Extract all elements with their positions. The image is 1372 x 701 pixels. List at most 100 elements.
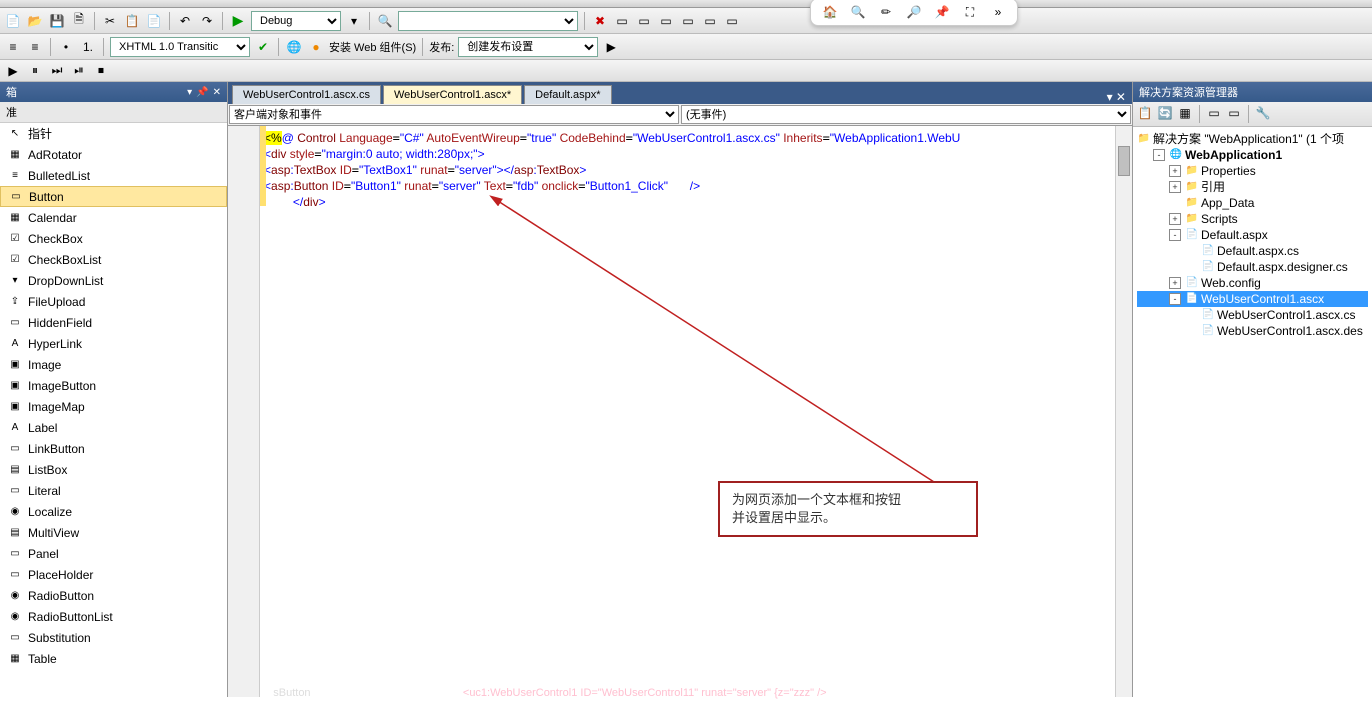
properties-node[interactable]: +📁Properties [1137,163,1368,179]
fb-zoom-icon[interactable]: 🔎 [903,1,925,23]
expander-icon[interactable]: - [1153,149,1165,161]
toolbox-item-checkboxlist[interactable]: ☑CheckBoxList [0,249,227,270]
solution-root[interactable]: 📁解决方案 "WebApplication1" (1 个项 [1137,131,1368,147]
default-cs-node[interactable]: 📄Default.aspx.cs [1137,243,1368,259]
tab[interactable]: Default.aspx* [524,85,611,104]
close-icon[interactable]: ✕ [213,87,221,98]
x-icon[interactable]: ✖ [591,12,609,30]
fb-pin-icon[interactable]: 📌 [931,1,953,23]
d4-icon[interactable]: ⏯ [70,62,88,80]
wuc-cs-node[interactable]: 📄WebUserControl1.ascx.cs [1137,307,1368,323]
toolbox-item-linkbutton[interactable]: ▭LinkButton [0,438,227,459]
expander-icon[interactable]: - [1169,229,1181,241]
fb-wand-icon[interactable]: ✏ [875,1,897,23]
more-icon[interactable]: ▾ [345,12,363,30]
toolbox-item-checkbox[interactable]: ☑CheckBox [0,228,227,249]
t4-icon[interactable]: ▭ [657,12,675,30]
sln-view-icon[interactable]: ▭ [1206,105,1222,121]
t7-icon[interactable]: ▭ [723,12,741,30]
tab[interactable]: WebUserControl1.ascx.cs [232,85,381,104]
t2-icon[interactable]: ▭ [613,12,631,30]
tab[interactable]: WebUserControl1.ascx* [383,85,522,104]
toolbox-item-literal[interactable]: ▭Literal [0,480,227,501]
toolbox-item-localize[interactable]: ◉Localize [0,501,227,522]
sln-code-icon[interactable]: ▭ [1226,105,1242,121]
toolbox-item-hyperlink[interactable]: AHyperLink [0,333,227,354]
toolbox-item-指针[interactable]: ↖指针 [0,123,227,144]
doctype-combo[interactable]: XHTML 1.0 Transitic [110,37,250,57]
toolbox-item-calendar[interactable]: ▦Calendar [0,207,227,228]
expander-icon[interactable]: + [1169,277,1181,289]
t3-icon[interactable]: ▭ [635,12,653,30]
pin-icon[interactable]: 📌 [196,87,208,98]
default-aspx-node[interactable]: -📄Default.aspx [1137,227,1368,243]
references-node[interactable]: +📁引用 [1137,179,1368,195]
saveall-icon[interactable]: 🗎 [70,12,88,30]
toolbox-item-imagebutton[interactable]: ▣ImageButton [0,375,227,396]
toolbox-item-image[interactable]: ▣Image [0,354,227,375]
toolbox-item-imagemap[interactable]: ▣ImageMap [0,396,227,417]
run-icon[interactable]: ▶ [229,12,247,30]
wuc-node[interactable]: -📄WebUserControl1.ascx [1137,291,1368,307]
new-icon[interactable]: 📄 [4,12,22,30]
scripts-node[interactable]: +📁Scripts [1137,211,1368,227]
bullet-icon[interactable]: • [57,38,75,56]
check-icon[interactable]: ✔ [254,38,272,56]
warn-orange-icon[interactable]: ● [307,38,325,56]
copy-icon[interactable]: 📋 [123,12,141,30]
sln-refresh-icon[interactable]: 🔄 [1157,105,1173,121]
toolbox-item-dropdownlist[interactable]: ▾DropDownList [0,270,227,291]
fb-home-icon[interactable]: 🏠 [819,1,841,23]
toolbox-item-substitution[interactable]: ▭Substitution [0,627,227,648]
toolbox-item-label[interactable]: ALabel [0,417,227,438]
t5-icon[interactable]: ▭ [679,12,697,30]
paste-icon[interactable]: 📄 [145,12,163,30]
undo-icon[interactable]: ↶ [176,12,194,30]
expander-icon[interactable]: + [1169,213,1181,225]
toolbox-category[interactable]: 准 [0,102,227,123]
toolbox-item-panel[interactable]: ▭Panel [0,543,227,564]
default-des-node[interactable]: 📄Default.aspx.designer.cs [1137,259,1368,275]
code-editor[interactable]: <%@ Control Language="C#" AutoEventWireu… [228,126,1132,697]
d2-icon[interactable]: ⏸ [26,62,44,80]
events-dropdown[interactable]: (无事件) [681,105,1131,124]
toolbox-item-adrotator[interactable]: ▦AdRotator [0,144,227,165]
sln-copy-icon[interactable]: 🔧 [1255,105,1271,121]
toolbox-item-radiobuttonlist[interactable]: ◉RadioButtonList [0,606,227,627]
toolbox-item-bulletedlist[interactable]: ≡BulletedList [0,165,227,186]
fb-more-icon[interactable]: » [987,1,1009,23]
editor-scrollbar[interactable] [1115,126,1132,697]
number-icon[interactable]: 1. [79,38,97,56]
sln-showall-icon[interactable]: ▦ [1177,105,1193,121]
toolbox-item-placeholder[interactable]: ▭PlaceHolder [0,564,227,585]
config-combo[interactable]: Debug [251,11,341,31]
appdata-node[interactable]: 📁App_Data [1137,195,1368,211]
outdent-icon[interactable]: ≡ [26,38,44,56]
pub-go-icon[interactable]: ▶ [602,38,620,56]
indent-icon[interactable]: ≡ [4,38,22,56]
tab-close-icon[interactable]: ▾ ✕ [1101,90,1132,104]
world-icon[interactable]: 🌐 [285,38,303,56]
toolbox-item-radiobutton[interactable]: ◉RadioButton [0,585,227,606]
webconfig-node[interactable]: +📄Web.config [1137,275,1368,291]
fb-expand-icon[interactable]: ⛶ [959,1,981,23]
sln-prop-icon[interactable]: 📋 [1137,105,1153,121]
wuc-des-node[interactable]: 📄WebUserControl1.ascx.des [1137,323,1368,339]
project-node[interactable]: -🌐WebApplication1 [1137,147,1368,163]
d3-icon[interactable]: ⏭ [48,62,66,80]
install-btn[interactable]: 安装 Web 组件(S) [329,39,416,55]
d5-icon[interactable]: ⏹ [92,62,110,80]
save-icon[interactable]: 💾 [48,12,66,30]
redo-icon[interactable]: ↷ [198,12,216,30]
dropdown-icon[interactable]: ▾ [187,87,192,98]
find-icon[interactable]: 🔍 [376,12,394,30]
toolbox-item-button[interactable]: ▭Button [0,186,227,207]
d1-icon[interactable]: ▶ [4,62,22,80]
toolbox-item-multiview[interactable]: ▤MultiView [0,522,227,543]
toolbox-item-hiddenfield[interactable]: ▭HiddenField [0,312,227,333]
find-combo[interactable] [398,11,578,31]
publish-combo[interactable]: 创建发布设置 [458,37,598,57]
cut-icon[interactable]: ✂ [101,12,119,30]
open-icon[interactable]: 📂 [26,12,44,30]
objects-dropdown[interactable]: 客户端对象和事件 [229,105,679,124]
